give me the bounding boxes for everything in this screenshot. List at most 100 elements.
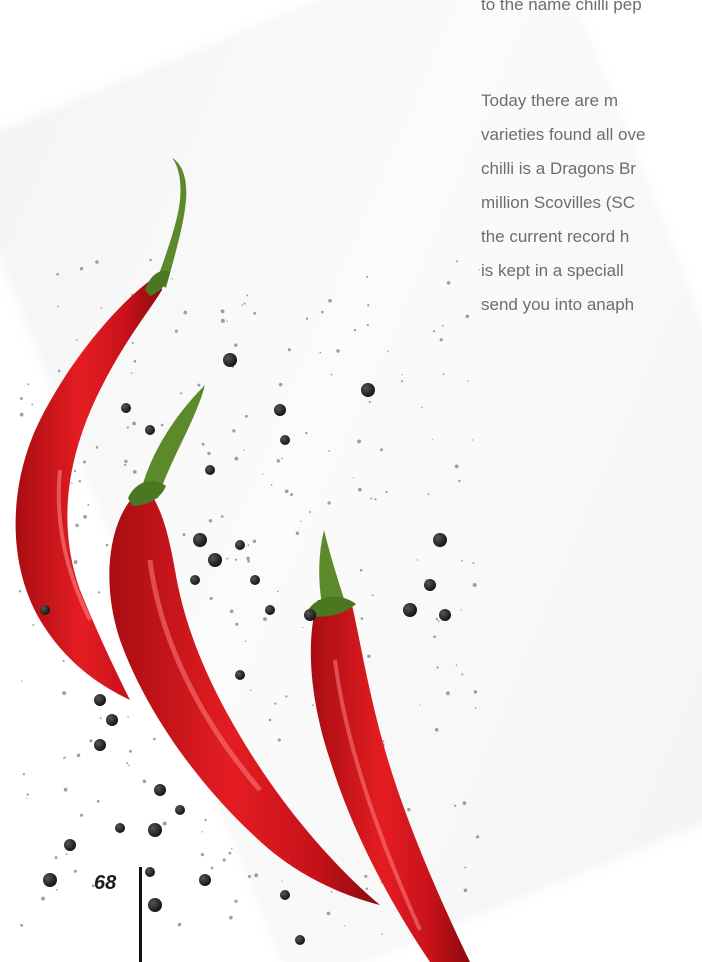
pepper-speck	[358, 487, 362, 492]
pepper-speck	[57, 369, 61, 373]
pepper-speck	[472, 562, 475, 564]
pepper-speck	[220, 318, 225, 323]
pepper-speck	[87, 504, 90, 506]
pepper-speck	[436, 666, 439, 669]
pepper-speck	[285, 695, 288, 698]
pepper-speck	[220, 309, 225, 314]
pepper-speck	[63, 787, 68, 792]
pepper-speck	[243, 449, 246, 451]
pepper-speck	[95, 446, 99, 449]
peppercorn	[199, 874, 211, 886]
pepper-speck	[234, 456, 239, 461]
pepper-speck	[26, 793, 29, 796]
paragraph-line: Today there are m	[481, 91, 619, 110]
pepper-speck	[65, 853, 68, 856]
pepper-speck	[18, 590, 22, 593]
pepper-speck	[231, 847, 233, 850]
pepper-speck	[89, 739, 93, 743]
pepper-speck	[200, 852, 205, 857]
pepper-speck	[370, 497, 373, 500]
peppercorn	[439, 609, 451, 621]
chilli-right	[308, 530, 470, 962]
pepper-speck	[474, 707, 477, 709]
pepper-speck	[62, 691, 67, 696]
pepper-speck	[472, 583, 477, 587]
pepper-speck	[268, 718, 272, 722]
pepper-speck	[471, 439, 474, 441]
peppercorn	[433, 533, 447, 547]
pepper-speck	[95, 260, 99, 264]
pepper-speck	[22, 773, 26, 776]
peppercorn	[295, 935, 305, 945]
peppercorn	[175, 805, 185, 815]
pepper-speck	[229, 915, 233, 920]
pepper-speck	[435, 617, 438, 621]
pepper-speck	[432, 330, 436, 333]
peppercorn	[274, 404, 286, 416]
pepper-speck	[357, 439, 362, 444]
pepper-speck	[330, 373, 333, 376]
pepper-speck	[62, 659, 65, 662]
pepper-speck	[71, 482, 73, 484]
pepper-speck	[387, 350, 389, 352]
pepper-speck	[55, 888, 58, 891]
pepper-speck	[301, 626, 304, 629]
pepper-speck	[467, 380, 470, 382]
peppercorn	[424, 579, 436, 591]
pepper-speck	[454, 804, 457, 807]
pepper-speck	[478, 268, 480, 271]
pepper-speck	[99, 717, 102, 720]
pepper-speck	[330, 891, 333, 893]
pepper-speck	[79, 813, 84, 817]
peppercorn	[361, 383, 375, 397]
pepper-speck	[234, 558, 237, 561]
pepper-speck	[445, 691, 450, 696]
peppercorn	[235, 670, 245, 680]
pepper-speck	[353, 328, 357, 332]
pepper-speck	[295, 531, 300, 535]
pepper-speck	[359, 568, 363, 572]
pepper-speck	[434, 727, 439, 732]
pepper-speck	[226, 320, 228, 322]
pepper-speck	[56, 272, 59, 276]
pepper-speck	[367, 654, 371, 658]
pepper-speck	[75, 523, 79, 528]
pepper-speck	[287, 348, 291, 352]
pepper-speck	[366, 275, 369, 278]
pepper-speck	[124, 459, 128, 464]
peppercorn	[106, 714, 118, 726]
pepper-speck	[96, 799, 100, 803]
paragraph-line: varieties found all ove	[481, 125, 646, 144]
peppercorn	[148, 898, 162, 912]
pepper-speck	[64, 756, 67, 759]
pepper-speck	[433, 635, 436, 639]
pepper-speck	[371, 594, 374, 597]
pepper-speck	[379, 448, 384, 452]
pepper-speck	[439, 338, 443, 342]
page-number: 68	[94, 872, 117, 894]
peppercorn	[193, 533, 207, 547]
body-text-top-line: to the name chilli pep	[481, 0, 642, 14]
pepper-speck	[246, 294, 249, 297]
pepper-speck	[465, 314, 470, 319]
pepper-speck	[234, 343, 238, 347]
pepper-speck	[232, 429, 236, 433]
pepper-speck	[73, 470, 77, 473]
pepper-speck	[277, 738, 281, 742]
pepper-speck	[455, 664, 458, 666]
pepper-speck	[473, 690, 478, 694]
pepper-speck	[253, 311, 257, 315]
pepper-speck	[270, 483, 273, 486]
peppercorn	[250, 575, 260, 585]
pepper-speck	[381, 933, 383, 935]
pepper-speck	[177, 922, 182, 927]
pepper-speck	[365, 887, 369, 890]
pepper-speck	[385, 490, 388, 494]
pepper-speck	[328, 298, 332, 303]
pepper-speck	[209, 596, 213, 600]
pepper-speck	[153, 737, 156, 741]
pepper-speck	[281, 457, 283, 460]
peppercorn	[235, 540, 245, 550]
pepper-speck	[462, 801, 467, 805]
pepper-speck	[374, 498, 377, 501]
